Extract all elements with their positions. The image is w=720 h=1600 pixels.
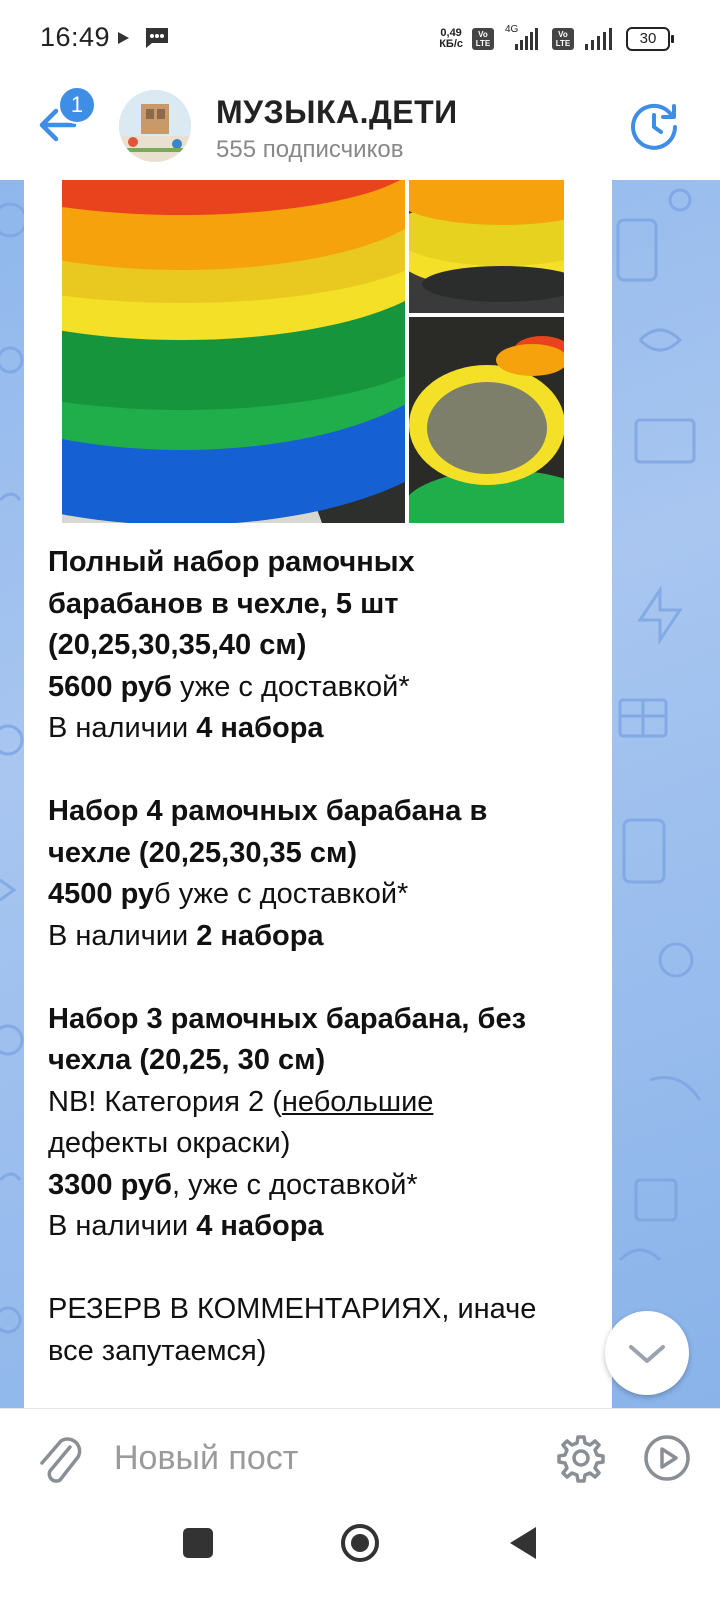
post-text: Полный набор рамочных барабанов в чехле,… <box>48 546 537 1367</box>
chevron-down-icon <box>629 1345 665 1363</box>
history-clock-icon[interactable] <box>628 100 680 152</box>
channel-avatar[interactable] <box>119 90 191 162</box>
photo-top-right[interactable] <box>392 180 577 313</box>
system-nav-bar <box>0 1508 720 1600</box>
underlined-text: небольшие <box>281 1085 434 1118</box>
signal-icon <box>585 28 612 50</box>
subscriber-count: 555 подписчиков <box>216 136 404 163</box>
channel-title[interactable]: МУЗЫКА.ДЕТИ <box>216 94 458 131</box>
channel-post: Полный набор рамочных барабанов в чехле,… <box>24 180 612 1408</box>
photo-album[interactable] <box>62 180 577 535</box>
status-time: 16:49 <box>40 22 111 52</box>
play-send-icon[interactable] <box>642 1433 692 1483</box>
photo-bottom-right[interactable] <box>402 317 577 535</box>
recent-apps-button[interactable] <box>183 1528 213 1558</box>
new-post-input[interactable]: Новый пост <box>114 1439 298 1478</box>
status-bar: 16:49 0,49 КБ/с Vo LTE 4G Vo LTE 30 <box>0 0 720 78</box>
gear-icon[interactable] <box>556 1433 606 1483</box>
channel-header: 1 МУЗЫКА.ДЕТИ 555 подписчиков <box>0 78 720 180</box>
paperclip-icon[interactable] <box>34 1431 84 1487</box>
unread-badge: 1 <box>58 86 96 124</box>
post-composer: Новый пост <box>0 1408 720 1509</box>
message-icon <box>146 28 168 48</box>
scroll-down-button[interactable] <box>605 1311 689 1395</box>
network-speed: 0,49 КБ/с <box>439 27 463 50</box>
media-play-icon <box>118 32 129 44</box>
volte-badge: Vo LTE <box>472 28 494 50</box>
volte-badge-2: Vo LTE <box>552 28 574 50</box>
battery-icon: 30 <box>626 27 674 51</box>
back-triangle-button[interactable] <box>506 1525 540 1561</box>
status-indicators: 0,49 КБ/с Vo LTE 4G Vo LTE 30 <box>439 22 674 56</box>
home-button[interactable] <box>340 1523 380 1563</box>
signal-4g-icon: 4G <box>503 24 543 54</box>
